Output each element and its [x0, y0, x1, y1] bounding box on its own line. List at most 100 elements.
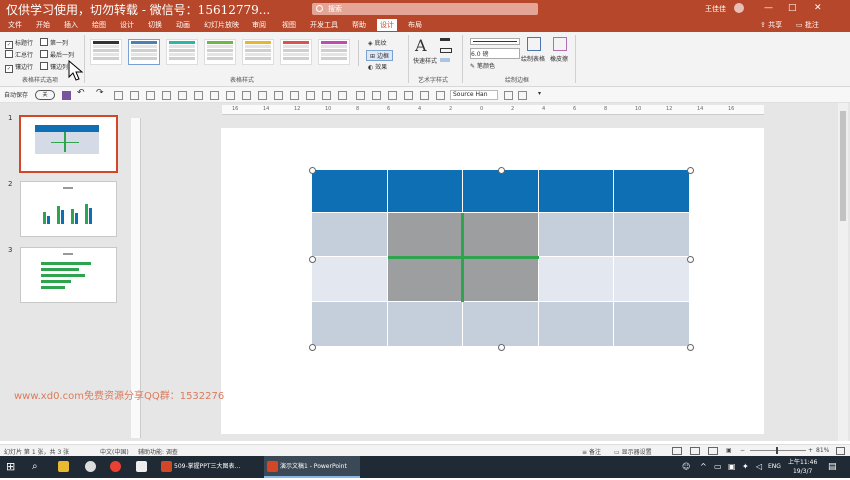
- toolbar-icon[interactable]: [194, 91, 203, 100]
- pen-color-button[interactable]: ✎ 笔颜色: [470, 61, 495, 70]
- notification-icon[interactable]: ▤: [828, 456, 837, 478]
- search-box[interactable]: 搜索: [312, 3, 538, 15]
- pen-weight-dropdown[interactable]: 6.0 磅: [470, 48, 520, 59]
- table-cell[interactable]: [463, 257, 539, 302]
- tab-animations[interactable]: 动画: [176, 20, 190, 30]
- comments-button[interactable]: ▭ 批注: [796, 20, 819, 30]
- toolbar-icon[interactable]: [242, 91, 251, 100]
- toolbar-icon[interactable]: [306, 91, 315, 100]
- option-banded-columns[interactable]: 镶边列: [40, 62, 68, 71]
- tray-app-icon[interactable]: ✦: [742, 456, 749, 478]
- table-cell[interactable]: [538, 302, 615, 347]
- taskbar-app-1[interactable]: 509-掌握PPT三大图表...: [158, 456, 272, 478]
- shading-button[interactable]: ◈ 底纹: [368, 38, 387, 47]
- option-first-column[interactable]: 第一列: [40, 38, 68, 47]
- table-cell[interactable]: [387, 213, 464, 257]
- table-header-cell[interactable]: [538, 170, 615, 213]
- table-style-option[interactable]: [318, 39, 350, 65]
- tab-table-design[interactable]: 设计: [377, 19, 397, 31]
- table-cell[interactable]: [312, 257, 388, 302]
- tab-table-layout[interactable]: 布局: [408, 20, 422, 30]
- option-total-row[interactable]: 汇总行: [5, 50, 33, 59]
- table-cell[interactable]: [387, 257, 464, 302]
- toolbar-icon[interactable]: [226, 91, 235, 100]
- notes-button[interactable]: ≡ 备注: [582, 447, 601, 456]
- slide-table[interactable]: [309, 167, 694, 351]
- tab-transitions[interactable]: 切换: [148, 20, 162, 30]
- table-header-cell[interactable]: [387, 170, 464, 213]
- slide-thumbnail-2[interactable]: [20, 181, 117, 237]
- align-left-icon[interactable]: [356, 91, 365, 100]
- align-top-icon[interactable]: [404, 91, 413, 100]
- toolbar-icon[interactable]: [146, 91, 155, 100]
- resize-handle[interactable]: [498, 167, 505, 174]
- resize-handle[interactable]: [309, 344, 316, 351]
- vertical-scrollbar[interactable]: [838, 103, 848, 441]
- table-cell[interactable]: [614, 302, 690, 347]
- table-cell[interactable]: [538, 213, 615, 257]
- tab-draw[interactable]: 绘图: [92, 20, 106, 30]
- close-button[interactable]: ✕: [814, 3, 822, 13]
- text-outline-icon[interactable]: [440, 48, 452, 53]
- align-bottom-icon[interactable]: [436, 91, 445, 100]
- table-cell[interactable]: [463, 302, 539, 347]
- toolbar-icon[interactable]: [274, 91, 283, 100]
- effects-button[interactable]: ◐ 效果: [368, 62, 387, 71]
- table-cell[interactable]: [463, 213, 539, 257]
- maximize-button[interactable]: □: [788, 3, 797, 13]
- align-right-icon[interactable]: [388, 91, 397, 100]
- resize-handle[interactable]: [687, 344, 694, 351]
- redo-icon[interactable]: ↷: [96, 88, 104, 98]
- tab-help[interactable]: 帮助: [352, 20, 366, 30]
- table-style-option[interactable]: [166, 39, 198, 65]
- tab-home[interactable]: 开始: [36, 20, 50, 30]
- table-cell[interactable]: [387, 302, 464, 347]
- table-style-option[interactable]: [204, 39, 236, 65]
- language-status[interactable]: 中文(中国): [100, 447, 129, 456]
- tab-view[interactable]: 视图: [282, 20, 296, 30]
- table-cell[interactable]: [312, 213, 388, 257]
- file-explorer-icon[interactable]: [58, 461, 69, 472]
- toolbar-icon[interactable]: [162, 91, 171, 100]
- ime-indicator[interactable]: ENG: [768, 456, 781, 478]
- chrome-icon[interactable]: [110, 461, 121, 472]
- display-settings-button[interactable]: ▭ 显示器设置: [614, 447, 652, 456]
- save-icon[interactable]: [62, 91, 71, 100]
- undo-icon[interactable]: ↶: [77, 88, 85, 98]
- font-name-dropdown[interactable]: Source Han: [450, 90, 498, 100]
- zoom-slider[interactable]: [750, 450, 806, 451]
- resize-handle[interactable]: [309, 255, 316, 263]
- slide-thumbnail-1[interactable]: [19, 115, 118, 173]
- user-name[interactable]: 王佳佳: [705, 4, 726, 14]
- zoom-out-icon[interactable]: −: [740, 447, 745, 454]
- option-header-row[interactable]: ✓ 标题行: [5, 38, 33, 49]
- people-icon[interactable]: ☺: [682, 456, 690, 478]
- align-middle-icon[interactable]: [420, 91, 429, 100]
- zoom-level[interactable]: 81%: [816, 447, 829, 454]
- network-icon[interactable]: ▭: [714, 456, 722, 478]
- table-cell[interactable]: [614, 213, 690, 257]
- draw-table-icon[interactable]: [527, 37, 541, 51]
- avatar[interactable]: [734, 3, 744, 13]
- text-effects-icon[interactable]: [440, 58, 450, 62]
- table-style-option[interactable]: [90, 39, 122, 65]
- toolbar-icon[interactable]: [114, 91, 123, 100]
- customize-qat-icon[interactable]: ▾: [538, 90, 541, 97]
- tab-review[interactable]: 审阅: [252, 20, 266, 30]
- horizontal-ruler[interactable]: 16 14 12 10 8 6 4 2 0 2 4 6 8 10 12 14 16: [222, 105, 764, 115]
- toolbar-icon[interactable]: [322, 91, 331, 100]
- gallery-scroll[interactable]: [358, 40, 365, 66]
- resize-handle[interactable]: [498, 344, 505, 351]
- volume-icon[interactable]: ◁: [756, 456, 762, 478]
- text-fill-icon[interactable]: [440, 38, 450, 41]
- resize-handle[interactable]: [687, 167, 694, 174]
- clock[interactable]: 上午11:46 19/3/7: [788, 458, 817, 480]
- windows-start-icon[interactable]: ⊞: [6, 456, 15, 478]
- scrollbar-thumb[interactable]: [840, 111, 846, 221]
- slideshow-icon[interactable]: ▣: [726, 447, 732, 454]
- table-style-option[interactable]: [128, 39, 160, 65]
- table-cell[interactable]: [312, 302, 388, 347]
- browser-icon[interactable]: [85, 461, 96, 472]
- eraser-icon[interactable]: [553, 37, 567, 51]
- mail-icon[interactable]: [136, 461, 147, 472]
